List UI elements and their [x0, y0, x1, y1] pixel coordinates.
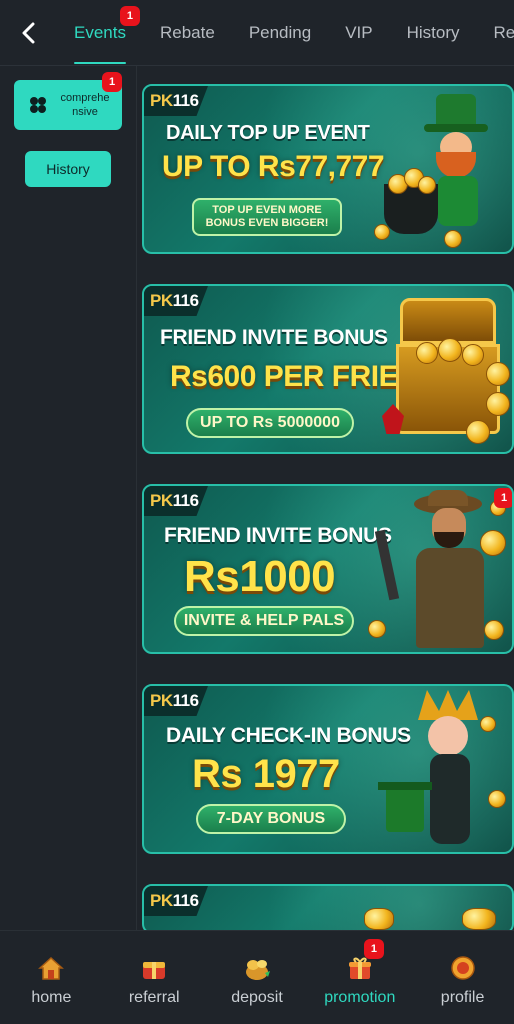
- banner-tagline: UP TO Rs 5000000: [186, 408, 354, 438]
- brand-logo: PK116: [144, 486, 208, 516]
- brand-logo: PK116: [144, 86, 208, 116]
- coin-bag-icon: [245, 960, 270, 980]
- banner-tagline: TOP UP EVEN MORE BONUS EVEN BIGGER!: [192, 198, 342, 236]
- nav-label: profile: [440, 989, 485, 1006]
- category-sidebar: comprehe nsive 1 History: [0, 66, 137, 930]
- notification-badge: 1: [363, 939, 384, 959]
- banner-title: DAILY CHECK-IN BONUS: [166, 724, 411, 747]
- nav-label: home: [31, 989, 72, 1006]
- banner-headline: UP TO Rs77,777: [162, 150, 385, 183]
- home-icon: [38, 956, 65, 980]
- tab-rebate[interactable]: Rebate: [160, 0, 215, 66]
- history-button[interactable]: History: [25, 151, 111, 187]
- tab-label: Events: [74, 23, 126, 42]
- gift-box-icon: [143, 962, 166, 979]
- nav-label: referral: [128, 989, 180, 1006]
- banner-title: FRIEND INVITE BONUS: [160, 326, 388, 349]
- nav-profile[interactable]: profile: [411, 931, 514, 1024]
- tab-label: Rec: [493, 23, 514, 42]
- tab-vip[interactable]: VIP: [345, 0, 372, 66]
- banner-tagline: INVITE & HELP PALS: [174, 606, 354, 636]
- banner-title: FRIEND INVITE BONUS: [164, 524, 392, 547]
- back-button[interactable]: [14, 18, 44, 48]
- tab-label: History: [406, 23, 460, 42]
- adventurer-illustration: [368, 490, 510, 652]
- banner-daily-topup[interactable]: PK116 DAILY TOP UP EVENT UP TO Rs77,777 …: [142, 84, 514, 254]
- notification-badge: 1: [119, 6, 140, 26]
- brand-logo: PK116: [144, 886, 208, 916]
- coin-decoration: [364, 908, 394, 930]
- tab-history[interactable]: History: [407, 0, 460, 66]
- treasure-chest-illustration: [382, 292, 512, 452]
- chevron-left-icon: [22, 22, 35, 44]
- brand-logo: PK116: [144, 286, 208, 316]
- bottom-nav: home referral deposit promotion 1 profil…: [0, 930, 514, 1024]
- coin-decoration: [462, 908, 496, 930]
- tab-label: Rebate: [159, 23, 215, 42]
- tab-pending[interactable]: Pending: [249, 0, 311, 66]
- nav-referral[interactable]: referral: [103, 931, 206, 1024]
- nav-label: promotion: [324, 989, 396, 1006]
- tab-label: Pending: [248, 23, 312, 42]
- banner-headline: Rs1000: [184, 552, 336, 601]
- notification-badge: 1: [494, 488, 512, 508]
- clover-icon: [30, 97, 46, 113]
- tab-bar: Events 1 Rebate Pending VIP History Rec: [74, 0, 514, 66]
- banner-daily-checkin[interactable]: PK116 DAILY CHECK-IN BONUS Rs 1977 7-DAY…: [142, 684, 514, 854]
- nav-home[interactable]: home: [0, 931, 103, 1024]
- tab-label: VIP: [345, 23, 373, 42]
- notification-badge: 1: [102, 72, 122, 92]
- banner-partial[interactable]: PK116: [142, 884, 514, 934]
- profile-coin-icon: [450, 956, 475, 980]
- tab-events[interactable]: Events 1: [74, 0, 140, 66]
- banner-friend-invite-1000[interactable]: PK116 FRIEND INVITE BONUS Rs1000 INVITE …: [142, 484, 514, 654]
- nav-promotion[interactable]: promotion 1: [308, 931, 411, 1024]
- jester-girl-illustration: [378, 690, 510, 852]
- banner-tagline: 7-DAY BONUS: [196, 804, 346, 834]
- brand-logo: PK116: [144, 686, 208, 716]
- banner-title: DAILY TOP UP EVENT: [166, 122, 370, 144]
- category-label: comprehe nsive: [60, 92, 110, 118]
- nav-deposit[interactable]: deposit: [206, 931, 309, 1024]
- tab-record[interactable]: Rec: [494, 0, 514, 66]
- banner-friend-invite-600[interactable]: PK116 FRIEND INVITE BONUS Rs600 PER FRIE…: [142, 284, 514, 454]
- banner-headline: Rs 1977: [192, 752, 340, 796]
- nav-label: deposit: [231, 989, 283, 1006]
- category-comprehensive-button[interactable]: comprehe nsive 1: [14, 72, 122, 130]
- top-nav: Events 1 Rebate Pending VIP History Rec: [0, 0, 514, 66]
- leprechaun-illustration: [374, 94, 512, 252]
